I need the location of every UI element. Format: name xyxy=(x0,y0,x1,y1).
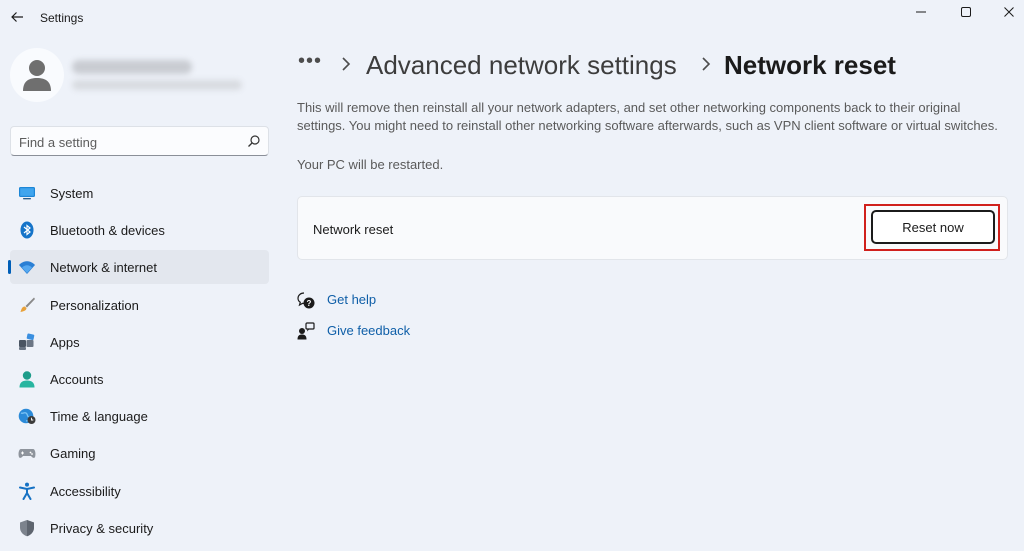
reset-now-button[interactable]: Reset now xyxy=(871,210,995,244)
user-profile[interactable] xyxy=(10,46,270,106)
sidebar-item-apps[interactable]: Apps xyxy=(10,325,269,359)
maximize-icon xyxy=(961,7,971,17)
network-reset-card: Network reset Reset now xyxy=(297,196,1008,260)
search-box[interactable] xyxy=(10,126,269,156)
sidebar-item-label: Accounts xyxy=(50,371,104,387)
svg-text:?: ? xyxy=(307,299,312,308)
close-icon xyxy=(1004,7,1014,17)
app-title: Settings xyxy=(40,11,84,25)
sidebar-item-time-language[interactable]: Time & language xyxy=(10,399,269,433)
sidebar-item-network-internet[interactable]: Network & internet xyxy=(8,250,269,285)
redacted-user-name xyxy=(72,60,192,74)
breadcrumb-parent-link[interactable]: Advanced network settings xyxy=(366,50,677,81)
network-reset-label: Network reset xyxy=(313,222,394,237)
maximize-button[interactable] xyxy=(943,0,989,24)
sidebar-item-system[interactable]: System xyxy=(10,176,269,210)
minimize-button[interactable] xyxy=(898,0,944,24)
person-placeholder-icon xyxy=(23,60,51,91)
sidebar-item-bluetooth-devices[interactable]: Bluetooth & devices xyxy=(10,213,269,247)
sidebar-item-accessibility[interactable]: Accessibility xyxy=(10,474,269,508)
sidebar-item-gaming[interactable]: Gaming xyxy=(10,436,269,470)
back-button[interactable] xyxy=(6,6,28,28)
monitor-icon xyxy=(19,187,35,200)
title-bar: Settings xyxy=(0,0,1024,36)
sidebar-item-label: Personalization xyxy=(50,297,139,313)
get-help-link[interactable]: ? Get help xyxy=(297,290,376,310)
sidebar-item-privacy-security[interactable]: Privacy & security xyxy=(10,511,269,545)
restart-note: Your PC will be restarted. xyxy=(297,157,444,172)
feedback-icon xyxy=(297,322,315,340)
sidebar-item-label: System xyxy=(50,186,94,201)
apps-icon xyxy=(19,333,35,350)
give-feedback-link[interactable]: Give feedback xyxy=(297,321,410,341)
sidebar-item-label: Apps xyxy=(50,334,80,350)
description-text: This will remove then reinstall all your… xyxy=(297,100,998,133)
sidebar-nav: System Bluetooth & devices Network & int… xyxy=(8,176,269,548)
sidebar-item-label: Bluetooth & devices xyxy=(50,223,165,239)
sidebar-item-accounts[interactable]: Accounts xyxy=(10,362,269,396)
close-button[interactable] xyxy=(986,0,1024,24)
accessibility-icon xyxy=(19,482,35,500)
chevron-right-icon xyxy=(702,57,711,71)
shield-icon xyxy=(20,519,34,536)
person-icon xyxy=(19,371,35,388)
gamepad-icon xyxy=(18,449,36,459)
sidebar-item-label: Gaming xyxy=(50,446,96,462)
minimize-icon xyxy=(916,11,926,13)
wifi-icon xyxy=(19,261,35,275)
give-feedback-label[interactable]: Give feedback xyxy=(327,323,410,338)
sidebar-item-label: Accessibility xyxy=(50,483,121,499)
avatar xyxy=(10,48,64,102)
chevron-right-icon xyxy=(342,57,351,71)
search-icon[interactable] xyxy=(247,134,261,148)
redacted-user-email xyxy=(72,80,242,90)
globe-clock-icon xyxy=(18,408,36,425)
brush-icon xyxy=(20,297,35,312)
page-title: Network reset xyxy=(724,50,896,80)
breadcrumb-more-button[interactable]: ••• xyxy=(298,50,322,73)
sidebar-item-label: Privacy & security xyxy=(50,520,154,536)
get-help-label[interactable]: Get help xyxy=(327,292,376,307)
sidebar-item-label: Time & language xyxy=(50,409,148,425)
search-input[interactable] xyxy=(19,132,239,152)
sidebar-item-personalization[interactable]: Personalization xyxy=(10,288,269,322)
help-chat-icon: ? xyxy=(297,292,315,309)
bluetooth-icon xyxy=(20,221,34,239)
sidebar-item-label: Network & internet xyxy=(50,260,157,276)
back-arrow-icon xyxy=(11,12,23,22)
